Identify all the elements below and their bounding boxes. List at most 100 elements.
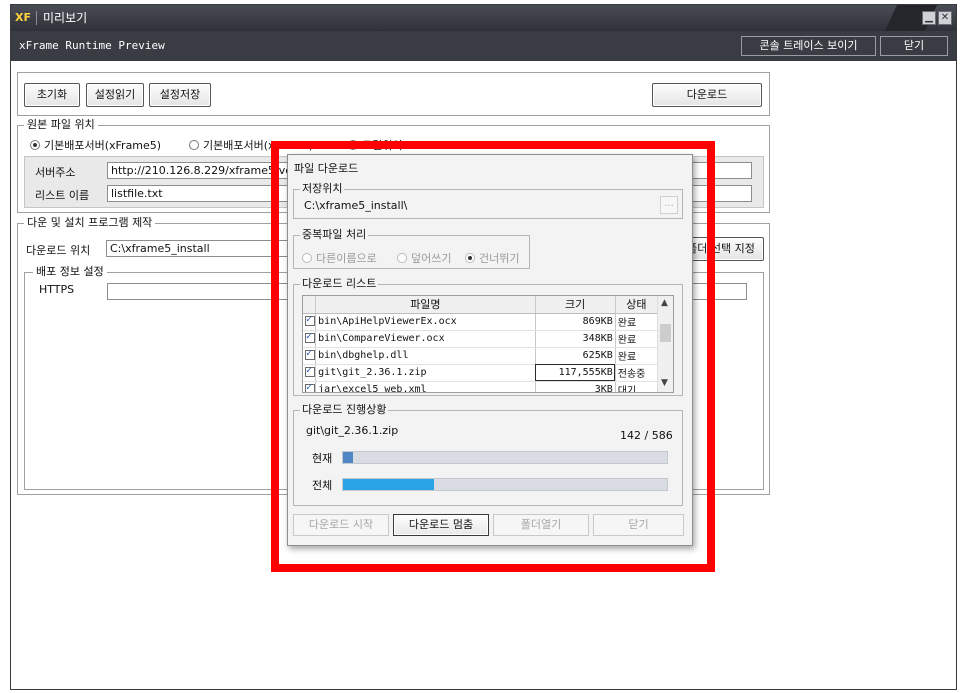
scroll-down-icon[interactable]: ▼: [661, 378, 668, 388]
radio-dot-icon: [397, 253, 407, 263]
save-path-text: C:\xframe5_install\: [304, 199, 408, 212]
file-status-cell: 완료: [615, 330, 659, 348]
radio-dot-icon: [30, 140, 40, 150]
current-progress-fill: [343, 452, 353, 463]
file-row[interactable]: jar\excel5_web.xml 3KB 대기: [303, 381, 659, 392]
total-progress-bar: [342, 478, 668, 491]
row-checkbox[interactable]: [303, 364, 317, 382]
progress-group: 다운로드 진행상황 git\git_2.36.1.zip 142 / 586 현…: [293, 404, 683, 506]
file-status-cell: 대기: [615, 381, 659, 392]
installer-legend: 다운 및 설치 프로그램 제작: [24, 217, 156, 229]
download-location-label: 다운로드 위치: [26, 244, 91, 257]
save-location-group: 저장위치 C:\xframe5_install\ ...: [293, 183, 683, 219]
file-name-cell: bin\CompareViewer.ocx: [315, 330, 536, 348]
source-legend: 원본 파일 위치: [24, 119, 98, 131]
radio-label: 건너뛰기: [479, 252, 520, 265]
file-row[interactable]: bin\ApiHelpViewerEx.ocx 869KB 완료: [303, 313, 659, 331]
console-trace-button[interactable]: 콘솔 트레이스 보이기: [741, 36, 876, 56]
dialog-close-button[interactable]: 닫기: [593, 514, 684, 536]
browse-button[interactable]: ...: [660, 196, 678, 214]
column-filename[interactable]: 파일명: [315, 296, 536, 314]
start-download-button[interactable]: 다운로드 시작: [293, 514, 389, 536]
checkbox-checked-icon: [305, 314, 315, 326]
radio-default-xframe5[interactable]: 기본배포서버(xFrame5): [30, 137, 161, 153]
download-dialog: 파일 다운로드 저장위치 C:\xframe5_install\ ... 중복파…: [287, 154, 693, 546]
scroll-thumb[interactable]: [660, 324, 671, 342]
progress-legend: 다운로드 진행상황: [300, 403, 389, 416]
row-checkbox[interactable]: [303, 330, 317, 348]
total-label: 전체: [312, 479, 333, 492]
load-settings-button[interactable]: 설정읽기: [86, 83, 144, 107]
file-size-cell: 348KB: [535, 330, 616, 348]
column-status[interactable]: 상태: [615, 296, 659, 314]
duplicate-handling-group: 중복파일 처리 다른이름으로 덮어쓰기 건너뛰기: [293, 229, 530, 269]
file-row-selected[interactable]: git\git_2.36.1.zip 117,555KB 전송중: [303, 364, 659, 382]
runtime-preview-label: xFrame Runtime Preview: [19, 39, 165, 52]
file-status-cell: 전송중: [615, 364, 659, 382]
open-folder-button[interactable]: 폴더열기: [493, 514, 589, 536]
list-scrollbar[interactable]: ▲ ▼: [657, 296, 673, 392]
total-progress-fill: [343, 479, 434, 490]
duplicate-legend: 중복파일 처리: [300, 228, 369, 241]
toolbar-panel: 초기화 설정읽기 설정저장 다운로드: [17, 72, 770, 116]
file-size-cell: 869KB: [535, 313, 616, 331]
reset-button[interactable]: 초기화: [24, 83, 80, 107]
radio-label: 덮어쓰기: [411, 252, 452, 265]
save-legend: 저장위치: [300, 182, 345, 195]
file-count-text: 142 / 586: [620, 429, 673, 442]
file-status-cell: 완료: [615, 313, 659, 331]
row-checkbox[interactable]: [303, 313, 317, 331]
list-name-label: 리스트 이름: [35, 189, 90, 202]
dup-option-overwrite: 덮어쓰기: [397, 250, 451, 266]
window-title: 미리보기: [43, 11, 88, 25]
minimize-button[interactable]: ▁: [922, 11, 936, 25]
radio-dot-icon: [189, 140, 199, 150]
close-icon[interactable]: ✕: [938, 11, 952, 25]
xframe-logo-icon: XF: [15, 11, 31, 24]
server-address-label: 서버주소: [35, 166, 76, 179]
file-name-cell: git\git_2.36.1.zip: [315, 364, 536, 382]
file-list[interactable]: 파일명 크기 상태 bin\ApiHelpViewerEx.ocx 869KB …: [302, 295, 674, 393]
download-list-group: 다운로드 리스트 파일명 크기 상태 bin\ApiHelpViewerEx.o…: [293, 278, 683, 396]
dup-option-rename: 다른이름으로: [302, 250, 377, 266]
row-checkbox[interactable]: [303, 381, 317, 392]
column-check: [303, 296, 317, 314]
file-row[interactable]: bin\dbghelp.dll 625KB 완료: [303, 347, 659, 365]
close-button[interactable]: 닫기: [880, 36, 948, 56]
row-checkbox[interactable]: [303, 347, 317, 365]
column-size[interactable]: 크기: [535, 296, 616, 314]
file-size-cell: 3KB: [535, 381, 616, 392]
checkbox-checked-icon: [305, 382, 315, 392]
dialog-title: 파일 다운로드: [294, 162, 359, 175]
scroll-up-icon[interactable]: ▲: [661, 298, 668, 308]
file-name-cell: jar\excel5_web.xml: [315, 381, 536, 392]
checkbox-checked-icon: [305, 365, 315, 377]
current-progress-bar: [342, 451, 668, 464]
download-button[interactable]: 다운로드: [652, 83, 762, 107]
file-size-cell: 117,555KB: [535, 364, 616, 382]
checkbox-checked-icon: [305, 348, 315, 360]
file-table-header: 파일명 크기 상태: [303, 296, 659, 314]
title-bar: XF 미리보기 ▁ ✕: [11, 5, 956, 31]
current-label: 현재: [312, 452, 333, 465]
stop-download-button[interactable]: 다운로드 멈춤: [393, 514, 489, 536]
sub-header: xFrame Runtime Preview 콘솔 트레이스 보이기 닫기: [11, 31, 956, 61]
download-list-legend: 다운로드 리스트: [300, 277, 379, 290]
title-separator: [36, 11, 37, 25]
save-settings-button[interactable]: 설정저장: [149, 83, 211, 107]
current-file-text: git\git_2.36.1.zip: [306, 424, 399, 437]
file-name-cell: bin\dbghelp.dll: [315, 347, 536, 365]
file-size-cell: 625KB: [535, 347, 616, 365]
dup-option-skip: 건너뛰기: [465, 250, 519, 266]
file-name-cell: bin\ApiHelpViewerEx.ocx: [315, 313, 536, 331]
radio-label: 다른이름으로: [316, 252, 377, 265]
radio-dot-icon: [302, 253, 312, 263]
checkbox-checked-icon: [305, 331, 315, 343]
file-table: 파일명 크기 상태 bin\ApiHelpViewerEx.ocx 869KB …: [303, 296, 659, 392]
radio-dot-icon: [465, 253, 475, 263]
file-status-cell: 완료: [615, 347, 659, 365]
file-row[interactable]: bin\CompareViewer.ocx 348KB 완료: [303, 330, 659, 348]
radio-label: 기본배포서버(xFrame5): [44, 139, 162, 152]
https-label: HTTPS: [39, 283, 75, 296]
deploy-legend: 배포 정보 설정: [33, 266, 107, 278]
